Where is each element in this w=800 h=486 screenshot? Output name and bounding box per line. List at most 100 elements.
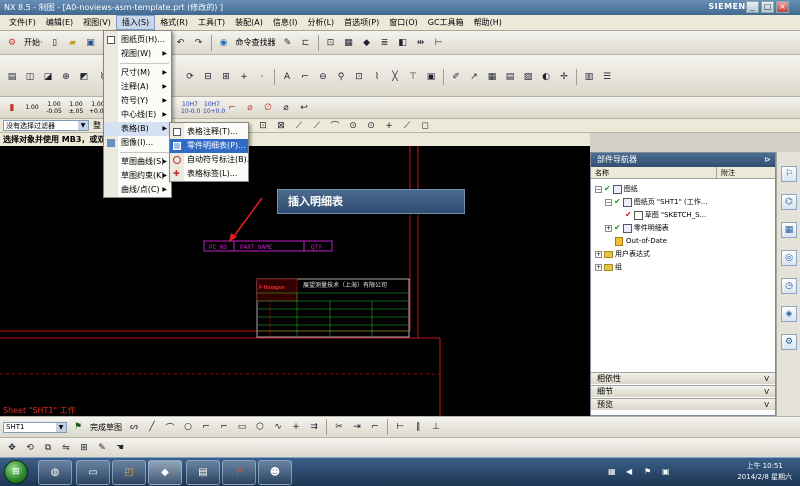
taskbar-app-powerpoint[interactable]: P <box>222 460 256 485</box>
menu-item-parts-list[interactable]: 零件明细表(P)... <box>170 139 248 153</box>
layer-icon[interactable]: ≣ <box>378 36 392 50</box>
sheet-dropdown[interactable]: SHT1 ▼ <box>3 421 67 433</box>
menu-item-drawing-sheet[interactable]: 图纸页(H)... <box>104 33 171 47</box>
expand-icon[interactable]: + <box>595 263 602 271</box>
finish-sketch-icon[interactable]: ⚑ <box>71 420 85 434</box>
image-icon[interactable]: ▣ <box>424 70 438 84</box>
measure-icon[interactable]: ⇹ <box>414 36 428 50</box>
edit-icon[interactable]: ✎ <box>95 441 109 455</box>
snap-control-icon[interactable]: ⌒ <box>328 119 342 133</box>
chevron-down-icon[interactable]: V <box>764 399 769 411</box>
menu-insert[interactable]: 插入(S) <box>115 15 156 30</box>
start-button[interactable]: 开始· <box>24 37 43 48</box>
menu-item-table-label[interactable]: ✚ 表格标签(L)... <box>170 167 248 181</box>
menu-format[interactable]: 格式(R) <box>155 16 193 29</box>
target-icon[interactable]: ⊤ <box>406 70 420 84</box>
system-materials-icon[interactable]: ◈ <box>781 306 797 322</box>
network-icon[interactable]: ▦ <box>608 467 616 476</box>
finish-sketch-button[interactable]: 完成草图 <box>90 422 122 433</box>
circle-icon[interactable]: ○ <box>181 420 195 434</box>
show-constraint-icon[interactable]: ⊥ <box>429 420 443 434</box>
reuse-library-icon[interactable]: ▦ <box>781 222 797 238</box>
menu-assemblies[interactable]: 装配(A) <box>230 16 268 29</box>
diameter-icon[interactable]: ⌀ <box>243 101 257 115</box>
snap-cross-icon[interactable]: + <box>382 119 396 133</box>
pattern-icon[interactable]: ⊞ <box>77 441 91 455</box>
chevron-down-icon[interactable]: ▼ <box>78 121 88 130</box>
column-notes[interactable]: 附注 <box>717 167 775 178</box>
menu-help[interactable]: 帮助(H) <box>469 16 507 29</box>
flag-icon[interactable]: ⚑ <box>644 467 651 476</box>
hatch-icon[interactable]: ▨ <box>521 70 535 84</box>
point-icon[interactable]: + <box>289 420 303 434</box>
copy-icon[interactable]: ⧉ <box>41 441 55 455</box>
tree-node-sheet[interactable]: − ✔ 图纸页 "SHT1" (工作... <box>605 196 707 208</box>
snap-point-icon[interactable]: ⊡ <box>256 119 270 133</box>
new-icon[interactable]: ▯ <box>48 36 62 50</box>
snap-mid-icon[interactable]: ⟋ <box>310 119 324 133</box>
redo-icon[interactable]: ↷ <box>192 36 206 50</box>
crosshair-icon[interactable]: + <box>237 70 251 84</box>
collapse-icon[interactable]: − <box>605 198 612 206</box>
text-icon[interactable]: A <box>280 70 294 84</box>
history-icon[interactable]: ◷ <box>781 278 797 294</box>
menu-item-dimension[interactable]: 尺寸(M) ▶ <box>104 66 171 80</box>
view-icon[interactable]: ◆ <box>360 36 374 50</box>
pin-icon[interactable]: ✢ <box>557 70 571 84</box>
start-button[interactable]: ⊞ <box>4 460 28 484</box>
menu-item-image[interactable]: 图像(I)... <box>104 136 171 150</box>
collapse-icon[interactable]: − <box>595 185 602 193</box>
extend-icon[interactable]: ⇥ <box>350 420 364 434</box>
snap-tangent-icon[interactable]: ⟋ <box>400 119 414 133</box>
clock[interactable]: 上午 10:51 2014/2/8 星期六 <box>737 461 792 483</box>
chevron-down-icon[interactable]: V <box>764 386 769 398</box>
menu-edit[interactable]: 编辑(E) <box>41 16 78 29</box>
polygon-icon[interactable]: ⬡ <box>253 420 267 434</box>
web-browser-icon[interactable]: ◎ <box>781 250 797 266</box>
pin-icon[interactable]: ⊳ <box>764 153 771 167</box>
filter-icon[interactable]: ⊏ <box>299 36 313 50</box>
maximize-button[interactable]: □ <box>761 1 774 13</box>
chevron-down-icon[interactable]: ▼ <box>56 422 66 432</box>
tree-node-groups[interactable]: + 组 <box>595 261 622 273</box>
arc-icon[interactable]: ⌒ <box>163 420 177 434</box>
fit-tolerance-minus[interactable]: 10H7 10-0.0 <box>181 101 200 115</box>
rotate-icon[interactable]: ⟲ <box>23 441 37 455</box>
view-boundary-icon[interactable]: ⊞ <box>219 70 233 84</box>
menu-item-annotation[interactable]: 注释(A) ▶ <box>104 80 171 94</box>
cross-icon[interactable]: ╳ <box>388 70 402 84</box>
menu-item-sketch-curve[interactable]: 草图曲线(S) ▶ <box>104 155 171 169</box>
taskbar-app-office[interactable]: ◰ <box>112 460 146 485</box>
undo-icon[interactable]: ↶ <box>174 36 188 50</box>
hand-icon[interactable]: ☚ <box>113 441 127 455</box>
mirror-icon[interactable]: ⇋ <box>59 441 73 455</box>
tolerance-symmetric[interactable]: 1.00 ±.05 <box>67 101 85 115</box>
menu-item-auto-balloon[interactable]: 自动符号标注(B)... <box>170 153 254 167</box>
grid-icon[interactable]: ▦ <box>485 70 499 84</box>
base-view-icon[interactable]: ◫ <box>23 70 37 84</box>
arrow-icon[interactable]: ↗ <box>467 70 481 84</box>
display-icon[interactable]: ◧ <box>396 36 410 50</box>
move-icon[interactable]: ✥ <box>5 441 19 455</box>
taskbar-app-folder[interactable]: ▭ <box>76 460 110 485</box>
menu-window[interactable]: 窗口(O) <box>384 16 423 29</box>
trim-icon[interactable]: ✂ <box>332 420 346 434</box>
sketch-icon[interactable]: ✐ <box>449 70 463 84</box>
grid-icon[interactable]: ▦ <box>342 36 356 50</box>
wrench-icon[interactable]: ✎ <box>281 36 295 50</box>
dimension-icon[interactable]: ⊢ <box>393 420 407 434</box>
column-name[interactable]: 名称 <box>591 167 717 178</box>
assembly-scope-label[interactable]: 整 <box>93 120 101 131</box>
fit-tolerance-plus[interactable]: 10H7 10+0.0 <box>203 101 225 115</box>
section-details[interactable]: 细节 V <box>591 385 775 397</box>
menu-item-sketch-constraint[interactable]: 草图约束(K) ▶ <box>104 169 171 183</box>
fillet-icon[interactable]: ⌐ <box>199 420 213 434</box>
tree-node-out-of-date[interactable]: Out-of-Date <box>615 235 667 247</box>
layout-icon[interactable]: ▥ <box>582 70 596 84</box>
menu-item-centerline[interactable]: 中心线(E) ▶ <box>104 108 171 122</box>
rectangle-icon[interactable]: ▭ <box>235 420 249 434</box>
expand-icon[interactable]: + <box>605 224 612 232</box>
menu-item-view[interactable]: 视图(W) ▶ <box>104 47 171 61</box>
start-icon[interactable]: ⚙ <box>5 36 19 50</box>
snap-end-icon[interactable]: ⊠ <box>274 119 288 133</box>
